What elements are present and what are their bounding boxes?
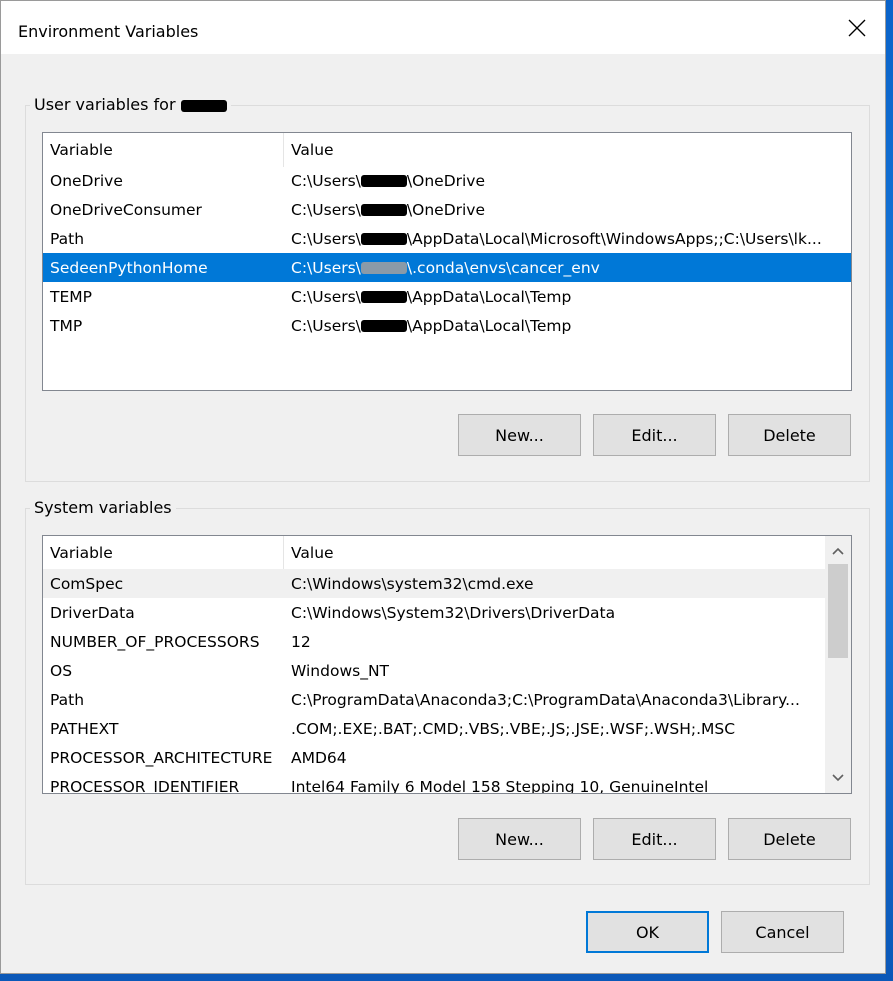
variable-name: OS [50,661,73,680]
redacted-username [360,291,407,303]
variable-name: Path [50,229,85,248]
table-row[interactable]: Path C:\ProgramData\Anaconda3;C:\ProgramD… [43,685,825,714]
chevron-up-icon [832,547,844,555]
value-suffix: \OneDrive [406,171,486,190]
scrollbar-thumb[interactable] [828,564,848,658]
value-suffix: \AppData\Local\Temp [406,316,572,335]
system-delete-button[interactable]: Delete [728,818,851,860]
user-variables-label: User variables for [30,95,231,114]
variable-name: PROCESSOR_IDENTIFIER [50,777,240,794]
variable-name: DriverData [50,603,135,622]
system-variables-list[interactable]: Variable Value ComSpec C:\Windows\system3… [42,535,852,794]
variable-value: C:\Windows\System32\Drivers\DriverData [291,603,616,622]
table-row[interactable]: ComSpec C:\Windows\system32\cmd.exe [43,569,825,598]
variable-value: C:\Users\ \OneDrive [284,201,851,219]
list-header: Variable Value [43,133,851,167]
table-row[interactable]: OS Windows_NT [43,656,825,685]
variable-value: C:\Windows\system32\cmd.exe [291,574,534,593]
table-row[interactable]: TMP C:\Users\ \AppData\Local\Temp [43,311,851,340]
table-row[interactable]: PROCESSOR_IDENTIFIER Intel64 Family 6 Mod… [43,772,825,794]
ok-button[interactable]: OK [586,911,709,953]
column-header-value[interactable]: Value [284,536,825,570]
variable-name: TEMP [50,287,92,306]
value-prefix: C:\Users\ [291,258,361,277]
variable-value: C:\Users\ \.conda\envs\cancer_env [284,259,851,277]
variable-name: PROCESSOR_ARCHITECTURE [50,748,273,767]
system-variables-rows: ComSpec C:\Windows\system32\cmd.exe Driver… [43,569,825,794]
table-row[interactable]: Path C:\Users\ \AppData\Local\Microsoft\Wi… [43,224,851,253]
redacted-username [360,262,407,274]
variable-name: PATHEXT [50,719,119,738]
close-icon [848,19,866,36]
redacted-username [360,204,407,216]
variable-value: C:\Users\ \AppData\Local\Temp [284,288,851,306]
chevron-down-icon [832,774,844,782]
close-button[interactable] [829,1,885,54]
table-row[interactable]: NUMBER_OF_PROCESSORS 12 [43,627,825,656]
table-row[interactable]: TEMP C:\Users\ \AppData\Local\Temp [43,282,851,311]
cancel-button[interactable]: Cancel [721,911,844,953]
user-variables-list[interactable]: Variable Value OneDrive C:\Users\ \OneDriv… [42,132,852,391]
system-edit-button[interactable]: Edit... [593,818,716,860]
scroll-up-button[interactable] [825,538,851,564]
value-prefix: C:\Users\ [291,171,361,190]
value-prefix: C:\Users\ [291,200,361,219]
variable-value: C:\Users\ \AppData\Local\Temp [284,317,851,335]
user-new-button[interactable]: New... [458,414,581,456]
variable-value: Intel64 Family 6 Model 158 Stepping 10, … [291,777,709,794]
list-header: Variable Value [43,536,825,570]
column-header-variable[interactable]: Variable [43,133,284,167]
column-header-value[interactable]: Value [284,133,851,167]
table-row[interactable]: DriverData C:\Windows\System32\Drivers\Dr… [43,598,825,627]
variable-value: C:\Users\ \OneDrive [284,172,851,190]
system-variables-label: System variables [30,498,176,517]
variable-name: Path [50,690,85,709]
value-suffix: \AppData\Local\Microsoft\WindowsApps;;C:… [406,229,822,248]
redacted-username [360,233,407,245]
value-prefix: C:\Users\ [291,229,361,248]
window-title: Environment Variables [18,22,199,41]
column-header-variable[interactable]: Variable [43,536,284,570]
table-row[interactable]: SedeenPythonHome C:\Users\ \.conda\envs\ca… [43,253,851,282]
value-prefix: C:\Users\ [291,287,361,306]
environment-variables-dialog: Environment Variables User variables for… [0,0,886,974]
variable-value: Windows_NT [291,661,390,680]
system-new-button[interactable]: New... [458,818,581,860]
vertical-scrollbar[interactable] [825,536,851,793]
user-variables-rows: OneDrive C:\Users\ \OneDrive OneDriveConsum… [43,166,851,340]
variable-name: ComSpec [50,574,124,593]
table-row[interactable]: OneDrive C:\Users\ \OneDrive [43,166,851,195]
redacted-username [360,175,407,187]
variable-value: 12 [291,632,311,651]
table-row[interactable]: PATHEXT .COM;.EXE;.BAT;.CMD;.VBS;.VBE;.JS… [43,714,825,743]
redacted-username [180,99,227,112]
variable-name: SedeenPythonHome [50,258,208,277]
variable-value: AMD64 [291,748,347,767]
scroll-down-button[interactable] [825,765,851,791]
variable-name: NUMBER_OF_PROCESSORS [50,632,260,651]
variable-value: C:\Users\ \AppData\Local\Microsoft\Window… [284,230,851,248]
table-row[interactable]: OneDriveConsumer C:\Users\ \OneDrive [43,195,851,224]
value-suffix: \OneDrive [406,200,486,219]
value-suffix: \AppData\Local\Temp [406,287,572,306]
variable-value: C:\ProgramData\Anaconda3;C:\ProgramData\… [291,690,800,709]
user-edit-button[interactable]: Edit... [593,414,716,456]
user-delete-button[interactable]: Delete [728,414,851,456]
value-prefix: C:\Users\ [291,316,361,335]
variable-name: OneDrive [50,171,123,190]
table-row[interactable]: PROCESSOR_ARCHITECTURE AMD64 [43,743,825,772]
value-suffix: \.conda\envs\cancer_env [406,258,600,277]
redacted-username [360,320,407,332]
variable-name: TMP [50,316,83,335]
title-bar[interactable]: Environment Variables [1,1,885,54]
variable-name: OneDriveConsumer [50,200,202,219]
variable-value: .COM;.EXE;.BAT;.CMD;.VBS;.VBE;.JS;.JSE;.… [291,719,736,738]
